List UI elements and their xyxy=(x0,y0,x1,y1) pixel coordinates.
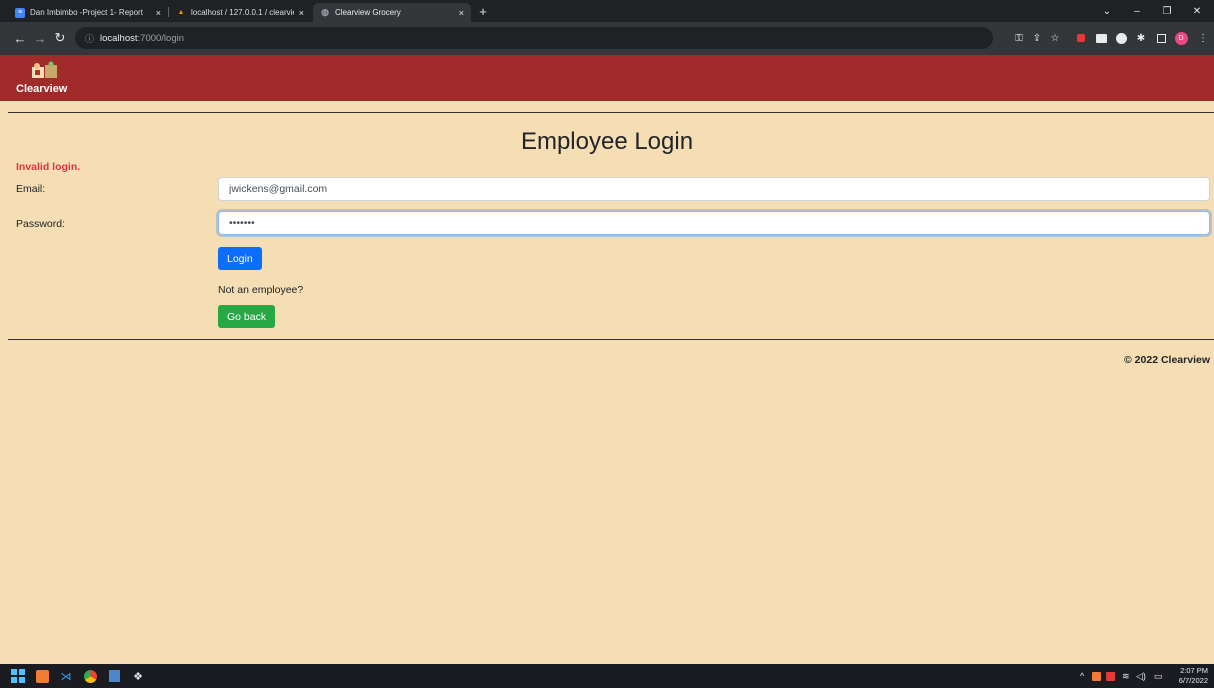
browser-tab-report[interactable]: ≡ Dan Imbimbo -Project 1- Report × xyxy=(8,3,168,22)
address-bar[interactable]: ⓘ localhost:7000/login xyxy=(75,27,993,49)
browser-tab-phpmyadmin[interactable]: ▲ localhost / 127.0.0.1 / clearviewd × xyxy=(169,3,311,22)
tab-close-icon[interactable]: × xyxy=(299,8,304,18)
tab-title: Dan Imbimbo -Project 1- Report xyxy=(30,8,143,17)
minimize-icon[interactable]: – xyxy=(1122,0,1152,22)
extension-circle-icon[interactable] xyxy=(1114,30,1128,46)
email-label: Email: xyxy=(16,183,46,195)
password-label: Password: xyxy=(16,218,66,230)
shield-icon[interactable]: ❖ xyxy=(130,668,146,684)
extensions-puzzle-icon[interactable]: ✱ xyxy=(1134,30,1148,46)
reload-icon[interactable]: ↻ xyxy=(52,28,68,48)
address-path: :7000/login xyxy=(137,32,184,44)
footer-copyright: © 2022 Clearview xyxy=(1124,354,1210,366)
tab-search-icon[interactable]: ⌄ xyxy=(1092,0,1122,22)
new-tab-button[interactable]: + xyxy=(474,3,492,20)
battery-icon[interactable]: ▭ xyxy=(1154,670,1163,682)
extension-cast-icon[interactable] xyxy=(1094,30,1108,46)
address-host: localhost xyxy=(100,32,138,44)
info-icon: ⓘ xyxy=(85,33,95,44)
app-navbar: Clearview xyxy=(0,55,1214,101)
xampp-icon[interactable] xyxy=(34,668,50,684)
windows-start-icon[interactable] xyxy=(10,668,26,684)
docs-icon: ≡ xyxy=(15,7,25,18)
back-icon[interactable]: ← xyxy=(12,28,28,48)
tray-xampp-icon[interactable] xyxy=(1092,670,1101,682)
phpmyadmin-icon: ▲ xyxy=(177,9,185,16)
clock-time: 2:07 PM xyxy=(1180,666,1208,675)
forward-icon[interactable]: → xyxy=(32,28,48,48)
login-button[interactable]: Login xyxy=(218,247,262,270)
star-icon[interactable]: ☆ xyxy=(1048,30,1062,46)
tray-chevron-icon[interactable]: ^ xyxy=(1080,670,1084,682)
vscode-icon[interactable]: ⋊ xyxy=(58,668,74,684)
tab-close-icon[interactable]: × xyxy=(156,8,161,18)
browser-tab-clearview[interactable]: ◍ Clearview Grocery × xyxy=(313,3,471,22)
app-icon[interactable] xyxy=(106,668,122,684)
browser-tab-strip: ≡ Dan Imbimbo -Project 1- Report × ▲ loc… xyxy=(0,0,1214,22)
close-window-icon[interactable]: ✕ xyxy=(1182,0,1212,22)
globe-icon: ◍ xyxy=(321,7,329,17)
page-title: Employee Login xyxy=(520,128,694,155)
key-icon[interactable]: ⚿ xyxy=(1012,30,1026,46)
footer-divider xyxy=(8,339,1214,340)
go-back-button[interactable]: Go back xyxy=(218,305,276,328)
password-field[interactable] xyxy=(218,211,1210,235)
clock-date: 6/7/2022 xyxy=(1178,676,1208,685)
not-employee-text: Not an employee? xyxy=(218,284,304,296)
error-message: Invalid login. xyxy=(16,161,81,173)
email-field[interactable] xyxy=(218,177,1210,201)
volume-icon[interactable]: ◁) xyxy=(1136,670,1146,682)
tab-close-icon[interactable]: × xyxy=(459,8,464,18)
menu-kebab-icon[interactable]: ⋮ xyxy=(1196,30,1210,46)
brand-name: Clearview xyxy=(16,83,68,95)
profile-avatar[interactable]: D xyxy=(1174,30,1188,46)
brand-logo[interactable]: Clearview xyxy=(16,61,86,97)
chrome-icon[interactable] xyxy=(82,668,98,684)
browser-toolbar: ← → ↻ ⓘ localhost:7000/login ⚿ ⇪ ☆ ✱ D ⋮ xyxy=(0,22,1214,55)
restore-icon[interactable]: ❐ xyxy=(1152,0,1182,22)
extension-ublock-icon[interactable] xyxy=(1074,30,1088,46)
tray-app-icon[interactable] xyxy=(1106,670,1115,682)
grocery-bag-icon xyxy=(32,61,57,78)
tab-title: Clearview Grocery xyxy=(335,8,401,17)
system-clock[interactable]: 2:07 PM 6/7/2022 xyxy=(1179,666,1208,686)
tab-title: localhost / 127.0.0.1 / clearviewd xyxy=(191,8,294,17)
os-taskbar: ⋊ ❖ ^ ≋ ◁) ▭ 2:07 PM 6/7/2022 xyxy=(0,664,1214,688)
header-divider xyxy=(8,112,1214,113)
share-icon[interactable]: ⇪ xyxy=(1030,30,1044,46)
side-panel-icon[interactable] xyxy=(1154,30,1168,46)
wifi-icon[interactable]: ≋ xyxy=(1122,670,1130,682)
